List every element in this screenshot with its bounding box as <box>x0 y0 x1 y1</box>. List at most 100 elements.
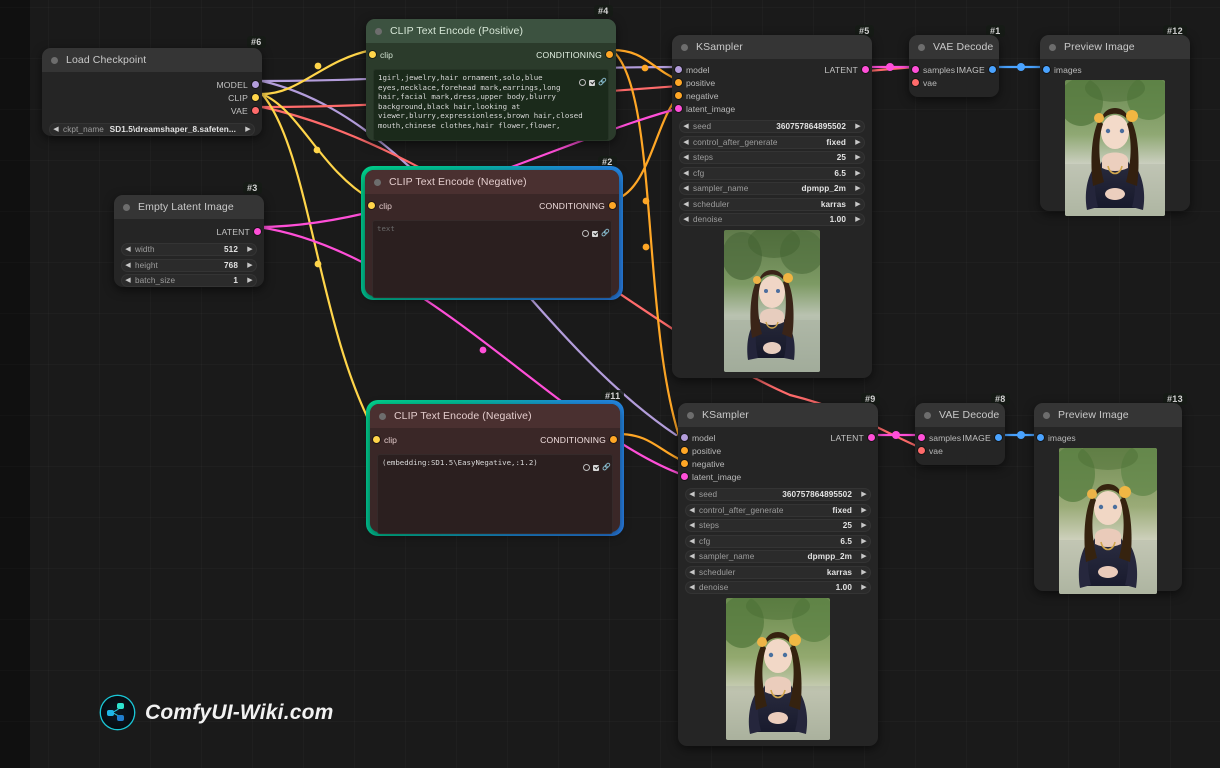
node-header-clip-positive[interactable]: CLIP Text Encode (Positive) <box>366 19 616 43</box>
input-pin-samples[interactable] <box>918 434 925 441</box>
prompt-text[interactable]: (embedding:SD1.5\EasyNegative,:1.2) <box>382 458 608 468</box>
decrement-arrow-icon[interactable]: ◀ <box>679 216 693 223</box>
output-pin-latent[interactable] <box>868 434 875 441</box>
input-pin-clip[interactable] <box>368 202 375 209</box>
collapse-dot-icon[interactable] <box>1043 412 1050 419</box>
input-pin-latent-image[interactable] <box>675 105 682 112</box>
widget-denoise[interactable]: ◀ denoise 1.00 ▶ <box>685 581 871 594</box>
output-pin-latent[interactable] <box>862 66 869 73</box>
widget-control-after-generate[interactable]: ◀ control_after_generate fixed ▶ <box>685 504 871 517</box>
widget-batch-size[interactable]: ◀ batch_size 1 ▶ <box>121 274 257 287</box>
widget-steps[interactable]: ◀ steps 25 ▶ <box>685 519 871 532</box>
collapse-dot-icon[interactable] <box>687 412 694 419</box>
output-pin-clip[interactable] <box>252 94 259 101</box>
widget-value[interactable]: 360757864895502 <box>776 122 851 131</box>
decrement-arrow-icon[interactable]: ◀ <box>685 569 699 576</box>
node-header-empty-latent[interactable]: Empty Latent Image <box>114 195 264 219</box>
decrement-arrow-icon[interactable]: ◀ <box>121 277 135 284</box>
increment-arrow-icon[interactable]: ▶ <box>851 170 865 177</box>
increment-arrow-icon[interactable]: ▶ <box>857 569 871 576</box>
widget-value[interactable]: SD1.5\dreamshaper_8.safeten... <box>110 125 241 134</box>
checkbox-checked-icon[interactable] <box>592 231 598 237</box>
widget-ckpt-name[interactable]: ◀ ckpt_name SD1.5\dreamshaper_8.safeten.… <box>49 123 255 136</box>
circle-icon[interactable] <box>582 230 589 237</box>
widget-sampler-name[interactable]: ◀ sampler_name dpmpp_2m ▶ <box>679 182 865 195</box>
io-row-clip-conditioning[interactable]: clip CONDITIONING <box>365 199 619 212</box>
widget-value[interactable]: karras <box>827 568 857 577</box>
input-pin-clip[interactable] <box>369 51 376 58</box>
input-pin-clip[interactable] <box>373 436 380 443</box>
checkbox-checked-icon[interactable] <box>593 465 599 471</box>
increment-arrow-icon[interactable]: ▶ <box>241 126 255 133</box>
collapse-dot-icon[interactable] <box>681 44 688 51</box>
node-header-load-checkpoint[interactable]: Load Checkpoint <box>42 48 262 72</box>
node-preview-image-bottom[interactable]: Preview Image images <box>1034 403 1182 591</box>
comfyui-graph-canvas[interactable]: #6 Load Checkpoint MODEL CLIP VAE ◀ ckpt… <box>0 0 1220 768</box>
node-header-clip-negative-empty[interactable]: CLIP Text Encode (Negative) <box>365 170 619 194</box>
output-slot-vae[interactable]: VAE <box>42 104 262 117</box>
output-pin-model[interactable] <box>252 81 259 88</box>
input-slot-positive[interactable]: positive <box>678 444 878 457</box>
input-slot-negative[interactable]: negative <box>672 89 872 102</box>
input-pin-vae[interactable] <box>912 79 919 86</box>
output-pin-image[interactable] <box>989 66 996 73</box>
collapse-dot-icon[interactable] <box>51 57 58 64</box>
node-ksampler-bottom[interactable]: KSampler model LATENT positive negative … <box>678 403 878 746</box>
text-area-negative-embedding[interactable]: (embedding:SD1.5\EasyNegative,:1.2) <box>377 454 613 534</box>
widget-seed[interactable]: ◀ seed 360757864895502 ▶ <box>679 120 865 133</box>
node-clip-text-encode-negative-embed[interactable]: CLIP Text Encode (Negative) clip CONDITI… <box>370 404 620 532</box>
node-vae-decode-top[interactable]: VAE Decode samples IMAGE vae <box>909 35 999 97</box>
input-slot-images[interactable]: images <box>1040 63 1190 76</box>
increment-arrow-icon[interactable]: ▶ <box>857 507 871 514</box>
output-pin-conditioning[interactable] <box>609 202 616 209</box>
input-slot-vae[interactable]: vae <box>909 76 999 89</box>
decrement-arrow-icon[interactable]: ◀ <box>679 123 693 130</box>
widget-value[interactable]: 768 <box>224 261 243 270</box>
node-header-vae-decode-bottom[interactable]: VAE Decode <box>915 403 1005 427</box>
translate-icon[interactable]: 🔗 <box>602 464 611 471</box>
increment-arrow-icon[interactable]: ▶ <box>851 139 865 146</box>
decrement-arrow-icon[interactable]: ◀ <box>679 139 693 146</box>
widget-value[interactable]: fixed <box>826 138 851 147</box>
decrement-arrow-icon[interactable]: ◀ <box>121 262 135 269</box>
widget-steps[interactable]: ◀ steps 25 ▶ <box>679 151 865 164</box>
collapse-dot-icon[interactable] <box>918 44 925 51</box>
io-row-samples-image[interactable]: samples IMAGE <box>909 63 999 76</box>
prompt-text-placeholder[interactable]: text <box>377 224 607 234</box>
decrement-arrow-icon[interactable]: ◀ <box>679 170 693 177</box>
output-pin-conditioning[interactable] <box>606 51 613 58</box>
output-pin-vae[interactable] <box>252 107 259 114</box>
widget-height[interactable]: ◀ height 768 ▶ <box>121 259 257 272</box>
collapse-dot-icon[interactable] <box>374 179 381 186</box>
increment-arrow-icon[interactable]: ▶ <box>851 154 865 161</box>
increment-arrow-icon[interactable]: ▶ <box>243 277 257 284</box>
node-clip-text-encode-negative-empty[interactable]: CLIP Text Encode (Negative) clip CONDITI… <box>365 170 619 296</box>
increment-arrow-icon[interactable]: ▶ <box>243 262 257 269</box>
node-header-preview-bottom[interactable]: Preview Image <box>1034 403 1182 427</box>
node-ksampler-top[interactable]: KSampler model LATENT positive negative … <box>672 35 872 378</box>
increment-arrow-icon[interactable]: ▶ <box>857 522 871 529</box>
input-pin-vae[interactable] <box>918 447 925 454</box>
input-pin-samples[interactable] <box>912 66 919 73</box>
widget-value[interactable]: 1.00 <box>836 583 857 592</box>
input-pin-model[interactable] <box>681 434 688 441</box>
widget-value[interactable]: karras <box>821 200 851 209</box>
node-load-checkpoint[interactable]: Load Checkpoint MODEL CLIP VAE ◀ ckpt_na… <box>42 48 262 136</box>
input-pin-images[interactable] <box>1043 66 1050 73</box>
widget-cfg[interactable]: ◀ cfg 6.5 ▶ <box>685 535 871 548</box>
output-slot-model[interactable]: MODEL <box>42 78 262 91</box>
widget-value[interactable]: 360757864895502 <box>782 490 857 499</box>
checkbox-checked-icon[interactable] <box>589 80 595 86</box>
widget-value[interactable]: 6.5 <box>840 537 857 546</box>
io-row-clip-conditioning[interactable]: clip CONDITIONING <box>366 48 616 61</box>
translate-icon[interactable]: 🔗 <box>598 79 607 86</box>
collapse-dot-icon[interactable] <box>1049 44 1056 51</box>
decrement-arrow-icon[interactable]: ◀ <box>121 246 135 253</box>
collapse-dot-icon[interactable] <box>924 412 931 419</box>
increment-arrow-icon[interactable]: ▶ <box>851 216 865 223</box>
widget-value[interactable]: 25 <box>837 153 851 162</box>
widget-sampler-name[interactable]: ◀ sampler_name dpmpp_2m ▶ <box>685 550 871 563</box>
widget-width[interactable]: ◀ width 512 ▶ <box>121 243 257 256</box>
decrement-arrow-icon[interactable]: ◀ <box>685 507 699 514</box>
text-area-negative-prompt[interactable]: text <box>372 220 612 298</box>
